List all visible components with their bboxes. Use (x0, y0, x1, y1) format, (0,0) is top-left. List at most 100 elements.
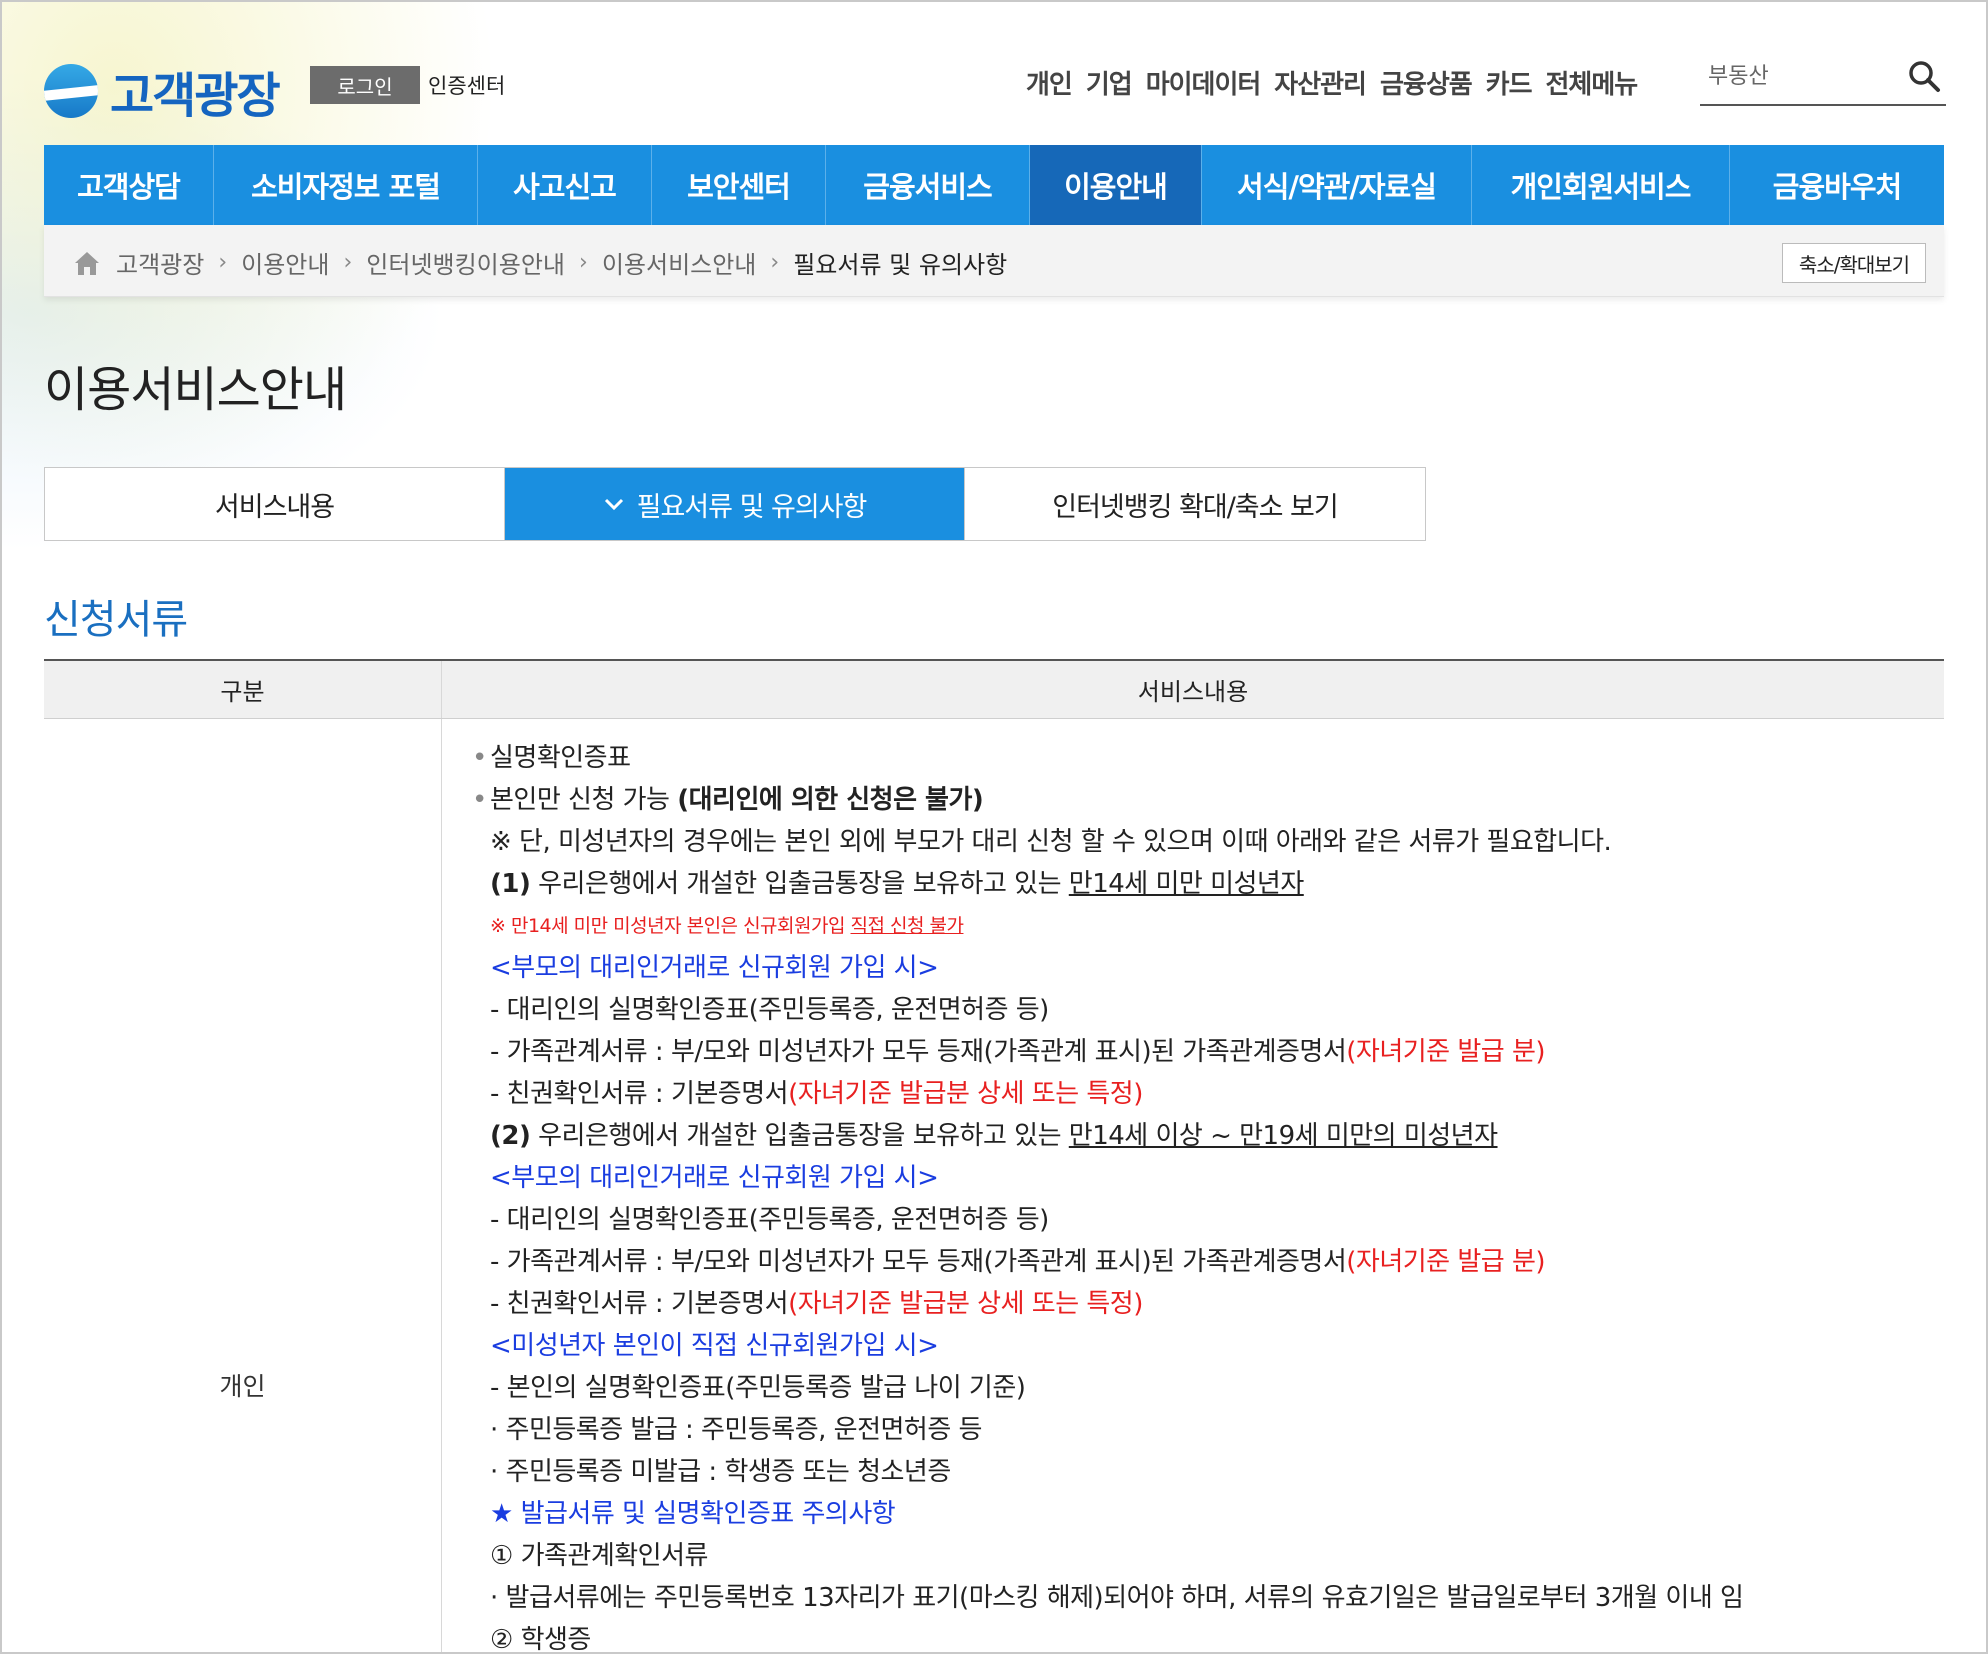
content-line: ② 학생증 (490, 1625, 591, 1654)
content-line: • 본인만 신청 가능 (대리인에 의한 신청은 불가) (472, 779, 1944, 821)
tab-zoom-view[interactable]: 인터넷뱅킹 확대/축소 보기 (965, 468, 1425, 540)
breadcrumb-item-current: 필요서류 및 유의사항 (793, 251, 1008, 279)
main-nav-consumer-portal[interactable]: 소비자정보 포털 (214, 145, 478, 225)
site-logo[interactable]: 고객광장 (44, 56, 281, 126)
main-nav-guide[interactable]: 이용안내 (1030, 145, 1202, 225)
top-nav-business[interactable]: 기업 (1086, 64, 1133, 101)
main-nav-voucher[interactable]: 금융바우처 (1730, 145, 1944, 225)
breadcrumb-item-guide[interactable]: 이용안내 (241, 245, 329, 280)
content-text-red: (자녀기준 발급 분) (1346, 1247, 1546, 1277)
content-line: ※ 단, 미성년자의 경우에는 본인 외에 부모가 대리 신청 할 수 있으며 … (490, 827, 1612, 857)
breadcrumb: 고객광장 › 이용안내 › 인터넷뱅킹이용안내 › 이용서비스안내 › 필요서류… (72, 245, 1007, 280)
main-nav-financial-service[interactable]: 금융서비스 (826, 145, 1030, 225)
content-line: • 실명확인증표 (472, 737, 1944, 779)
content-text: - 가족관계서류 : 부/모와 미성년자가 모두 등재(가족관계 표시)된 가족… (490, 1037, 1347, 1067)
content-text-underline: 만14세 이상 ~ 만19세 미만의 미성년자 (1068, 1121, 1498, 1151)
content-line-subheading: <부모의 대리인거래로 신규회원 가입 시> (490, 953, 939, 983)
content-line-subheading: <부모의 대리인거래로 신규회원 가입 시> (490, 1163, 939, 1193)
column-header-content: 서비스내용 (1137, 678, 1249, 706)
chevron-right-icon: › (218, 250, 228, 275)
main-nav-report[interactable]: 사고신고 (478, 145, 652, 225)
content-text-bold: (2) (490, 1121, 531, 1151)
logo-text: 고객광장 (110, 68, 281, 124)
tab-required-documents[interactable]: 필요서류 및 유의사항 (505, 468, 965, 540)
content-text: 실명확인증표 (490, 743, 631, 773)
breadcrumb-item-internet-banking[interactable]: 인터넷뱅킹이용안내 (366, 245, 565, 280)
row-category-label: 개인 (219, 1372, 266, 1401)
breadcrumb-item-service-guide[interactable]: 이용서비스안내 (602, 245, 757, 280)
content-text-bold: (대리인에 의한 신청은 불가) (677, 785, 984, 815)
content-text: ※ 만14세 미만 미성년자 본인은 신규회원가입 (490, 915, 851, 937)
content-text: 우리은행에서 개설한 입출금통장을 보유하고 있는 (530, 869, 1069, 899)
content-line: (2) 우리은행에서 개설한 입출금통장을 보유하고 있는 만14세 이상 ~ … (472, 1115, 1944, 1157)
top-nav-card[interactable]: 카드 (1486, 64, 1533, 101)
table-header: 구분 서비스내용 (44, 661, 1944, 719)
breadcrumb-bar: 고객광장 › 이용안내 › 인터넷뱅킹이용안내 › 이용서비스안내 › 필요서류… (44, 225, 1944, 297)
zoom-button[interactable]: 축소/확대보기 (1782, 243, 1926, 283)
content-text: 우리은행에서 개설한 입출금통장을 보유하고 있는 (530, 1121, 1069, 1151)
chevron-right-icon: › (770, 250, 780, 275)
content-line: - 가족관계서류 : 부/모와 미성년자가 모두 등재(가족관계 표시)된 가족… (472, 1031, 1944, 1073)
top-nav-asset[interactable]: 자산관리 (1274, 64, 1367, 101)
main-nav: 고객상담 소비자정보 포털 사고신고 보안센터 금융서비스 이용안내 서식/약관… (44, 145, 1944, 225)
content-line-notice: ★ 발급서류 및 실명확인증표 주의사항 (490, 1499, 896, 1529)
content-text-red: (자녀기준 발급분 상세 또는 특정) (788, 1079, 1143, 1109)
chevron-right-icon: › (343, 250, 353, 275)
content-line-warning: ※ 만14세 미만 미성년자 본인은 신규회원가입 직접 신청 불가 (472, 905, 1944, 947)
chevron-right-icon: › (579, 250, 588, 275)
content-line: · 발급서류에는 주민등록번호 13자리가 표기(마스킹 해제)되어야 하며, … (490, 1583, 1744, 1613)
main-nav-forms[interactable]: 서식/약관/자료실 (1202, 145, 1472, 225)
top-nav-personal[interactable]: 개인 (1026, 64, 1073, 101)
bullet-icon: • (472, 743, 487, 773)
content-line: ① 가족관계확인서류 (490, 1541, 708, 1571)
content-line: - 가족관계서류 : 부/모와 미성년자가 모두 등재(가족관계 표시)된 가족… (472, 1241, 1944, 1283)
section-title: 신청서류 (44, 597, 188, 643)
top-nav-all-menu[interactable]: 전체메뉴 (1546, 64, 1639, 101)
search-box (1700, 50, 1946, 106)
content-text: - 친권확인서류 : 기본증명서 (490, 1079, 789, 1109)
column-header-category: 구분 (44, 661, 442, 718)
search-icon[interactable] (1906, 58, 1942, 94)
main-nav-member-service[interactable]: 개인회원서비스 (1472, 145, 1730, 225)
page-frame: 고객광장 로그인 인증센터 개인 기업 마이데이터 자산관리 금융상품 카드 전… (0, 0, 1988, 1654)
main-nav-security[interactable]: 보안센터 (652, 145, 826, 225)
table-row: 개인 • 실명확인증표 • 본인만 신청 가능 (대리인에 의한 신청은 불가) ※… (44, 719, 1944, 1654)
home-icon[interactable] (72, 248, 102, 278)
tab-label: 인터넷뱅킹 확대/축소 보기 (1052, 491, 1339, 523)
documents-table: 구분 서비스내용 개인 • 실명확인증표 • 본인만 신청 가능 (대리인에 의한 … (44, 659, 1944, 1654)
content-line: (1) 우리은행에서 개설한 입출금통장을 보유하고 있는 만14세 미만 미성… (472, 863, 1944, 905)
content-line: - 친권확인서류 : 기본증명서(자녀기준 발급분 상세 또는 특정) (472, 1283, 1944, 1325)
content-text: 본인만 신청 가능 (490, 785, 678, 815)
breadcrumb-item-home[interactable]: 고객광장 (116, 245, 204, 280)
content-line: · 주민등록증 발급 : 주민등록증, 운전면허증 등 (490, 1415, 982, 1445)
main-nav-consult[interactable]: 고객상담 (44, 145, 214, 225)
content-text-bold: (1) (490, 869, 531, 899)
content-text-underline: 만14세 미만 미성년자 (1068, 869, 1304, 899)
tab-service-content[interactable]: 서비스내용 (45, 468, 505, 540)
top-nav-products[interactable]: 금융상품 (1380, 64, 1473, 101)
cert-center-link[interactable]: 인증센터 (428, 70, 505, 100)
content-text: - 가족관계서류 : 부/모와 미성년자가 모두 등재(가족관계 표시)된 가족… (490, 1247, 1347, 1277)
content-line: - 친권확인서류 : 기본증명서(자녀기준 발급분 상세 또는 특정) (472, 1073, 1944, 1115)
search-input[interactable] (1708, 56, 1888, 92)
chevron-down-icon (604, 498, 623, 511)
content-text-red: (자녀기준 발급분 상세 또는 특정) (788, 1289, 1143, 1319)
bullet-icon: • (472, 785, 487, 815)
content-tabs: 서비스내용 필요서류 및 유의사항 인터넷뱅킹 확대/축소 보기 (44, 467, 1426, 541)
tab-label: 필요서류 및 유의사항 (636, 491, 868, 523)
content-line: - 대리인의 실명확인증표(주민등록증, 운전면허증 등) (490, 1205, 1049, 1235)
header: 고객광장 로그인 인증센터 개인 기업 마이데이터 자산관리 금융상품 카드 전… (44, 50, 1946, 124)
page-title: 이용서비스안내 (44, 362, 347, 418)
row-category-cell: 개인 (44, 719, 442, 1652)
tab-label: 서비스내용 (214, 491, 335, 523)
login-button[interactable]: 로그인 (310, 66, 420, 104)
logo-icon (44, 64, 98, 118)
content-line: · 주민등록증 미발급 : 학생증 또는 청소년증 (490, 1457, 951, 1487)
top-nav: 개인 기업 마이데이터 자산관리 금융상품 카드 전체메뉴 (1026, 64, 1651, 101)
content-text: - 친권확인서류 : 기본증명서 (490, 1289, 789, 1319)
content-line-subheading: <미성년자 본인이 직접 신규회원가입 시> (490, 1331, 939, 1361)
row-content-cell: • 실명확인증표 • 본인만 신청 가능 (대리인에 의한 신청은 불가) ※ 단,… (442, 719, 1944, 1654)
content-text-underline: 직접 신청 불가 (850, 915, 964, 937)
content-text-red: (자녀기준 발급 분) (1346, 1037, 1546, 1067)
top-nav-mydata[interactable]: 마이데이터 (1146, 64, 1262, 101)
